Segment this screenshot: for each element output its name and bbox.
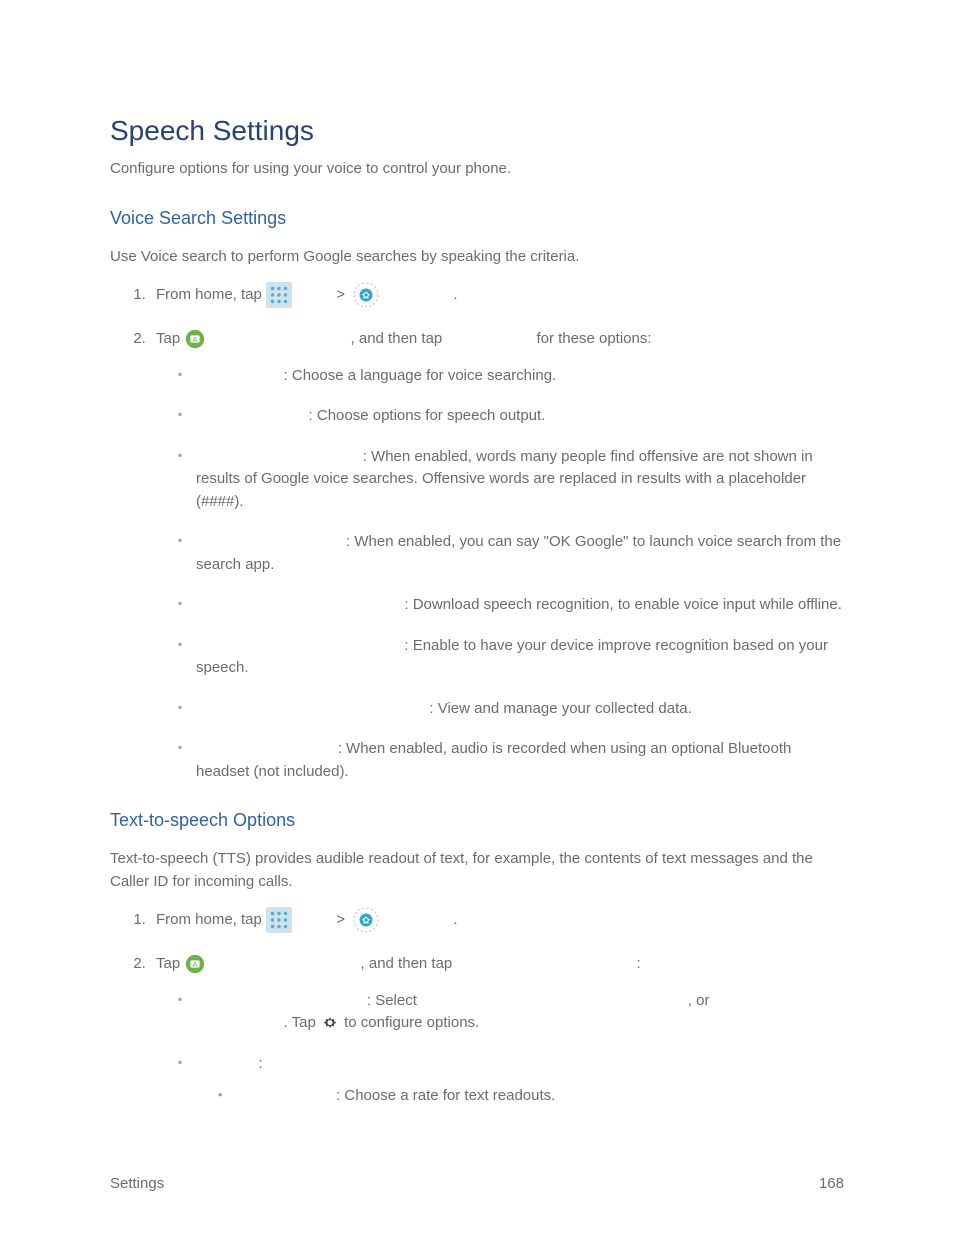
option-text: : Choose options for speech output. bbox=[309, 407, 546, 424]
tts-step-1: From home, tap > . bbox=[150, 907, 844, 933]
option-text: : bbox=[259, 1055, 263, 1072]
step-suffix: . bbox=[453, 911, 457, 928]
step-suffix: . bbox=[453, 286, 457, 303]
option-text: to configure options. bbox=[344, 1014, 479, 1031]
path-separator: > bbox=[336, 911, 349, 928]
path-separator: > bbox=[336, 286, 349, 303]
page-title: Speech Settings bbox=[110, 110, 844, 152]
option-gap bbox=[196, 533, 346, 550]
option-offline-recognition: : Download speech recognition, to enable… bbox=[178, 594, 844, 617]
option-gap bbox=[196, 596, 404, 613]
option-bluetooth-headset: : When enabled, audio is recorded when u… bbox=[178, 738, 844, 783]
option-gap bbox=[421, 992, 688, 1009]
option-gap bbox=[196, 1055, 259, 1072]
apps-icon bbox=[266, 907, 292, 933]
step-text: Tap bbox=[156, 955, 184, 972]
step-text: From home, tap bbox=[156, 911, 266, 928]
option-gap bbox=[196, 407, 309, 424]
step-text: Tap bbox=[156, 330, 184, 347]
option-hotword-detection: : When enabled, you can say "OK Google" … bbox=[178, 531, 844, 576]
tts-options: : Select , or . Tap to configure options… bbox=[156, 990, 844, 1108]
tts-heading: Text-to-speech Options bbox=[110, 807, 844, 834]
option-text: : Choose a language for voice searching. bbox=[284, 367, 557, 384]
option-language: : Choose a language for voice searching. bbox=[178, 365, 844, 388]
step-mid: , and then tap bbox=[351, 330, 447, 347]
tts-steps: From home, tap > . Tap , and then tap : … bbox=[134, 907, 844, 1108]
option-speech-output: : Choose options for speech output. bbox=[178, 405, 844, 428]
option-text: : View and manage your collected data. bbox=[429, 700, 691, 717]
option-offensive-words: : When enabled, words many people find o… bbox=[178, 446, 844, 514]
voice-search-options: : Choose a language for voice searching.… bbox=[156, 365, 844, 784]
option-gap bbox=[196, 992, 367, 1009]
tts-intro: Text-to-speech (TTS) provides audible re… bbox=[110, 848, 844, 893]
tts-general-suboptions: : Choose a rate for text readouts. bbox=[196, 1085, 844, 1108]
tts-step-2: Tap , and then tap : : Select , or bbox=[150, 953, 844, 1108]
footer-section-name: Settings bbox=[110, 1173, 164, 1196]
voice-search-step-2: Tap , and then tap for these options: : … bbox=[150, 328, 844, 783]
settings-icon bbox=[353, 282, 379, 308]
option-gap bbox=[196, 1014, 284, 1031]
option-personalized-recognition: : Enable to have your device improve rec… bbox=[178, 635, 844, 680]
page-footer: Settings 168 bbox=[110, 1173, 844, 1196]
option-gap bbox=[196, 700, 429, 717]
option-text: , or bbox=[688, 992, 710, 1009]
voice-search-steps: From home, tap > . Tap , and then tap fo… bbox=[134, 282, 844, 783]
document-page: Speech Settings Configure options for us… bbox=[0, 0, 954, 1235]
step-suffix: for these options: bbox=[536, 330, 651, 347]
option-gap bbox=[196, 448, 363, 465]
option-gap bbox=[196, 367, 284, 384]
step-text: From home, tap bbox=[156, 286, 266, 303]
voice-search-step-1: From home, tap > . bbox=[150, 282, 844, 308]
option-preferred-engine: : Select , or . Tap to configure options… bbox=[178, 990, 844, 1035]
option-gap bbox=[196, 637, 404, 654]
page-subtitle: Configure options for using your voice t… bbox=[110, 158, 844, 181]
option-gap bbox=[196, 740, 338, 757]
step-suffix: : bbox=[636, 955, 640, 972]
option-gap bbox=[236, 1087, 336, 1104]
option-general: : : Choose a rate for text readouts. bbox=[178, 1053, 844, 1108]
voice-search-intro: Use Voice search to perform Google searc… bbox=[110, 246, 844, 269]
settings-icon bbox=[353, 907, 379, 933]
suboption-speech-rate: : Choose a rate for text readouts. bbox=[218, 1085, 844, 1108]
option-account-dashboard: : View and manage your collected data. bbox=[178, 698, 844, 721]
footer-page-number: 168 bbox=[819, 1173, 844, 1196]
apps-icon bbox=[266, 282, 292, 308]
gear-icon bbox=[320, 1013, 340, 1033]
option-text: . Tap bbox=[284, 1014, 320, 1031]
step-mid: , and then tap bbox=[361, 955, 457, 972]
language-input-icon bbox=[184, 953, 206, 975]
option-text: : Choose a rate for text readouts. bbox=[336, 1087, 555, 1104]
language-input-icon bbox=[184, 328, 206, 350]
voice-search-heading: Voice Search Settings bbox=[110, 205, 844, 232]
option-text: : Download speech recognition, to enable… bbox=[404, 596, 842, 613]
option-text: : Select bbox=[367, 992, 421, 1009]
